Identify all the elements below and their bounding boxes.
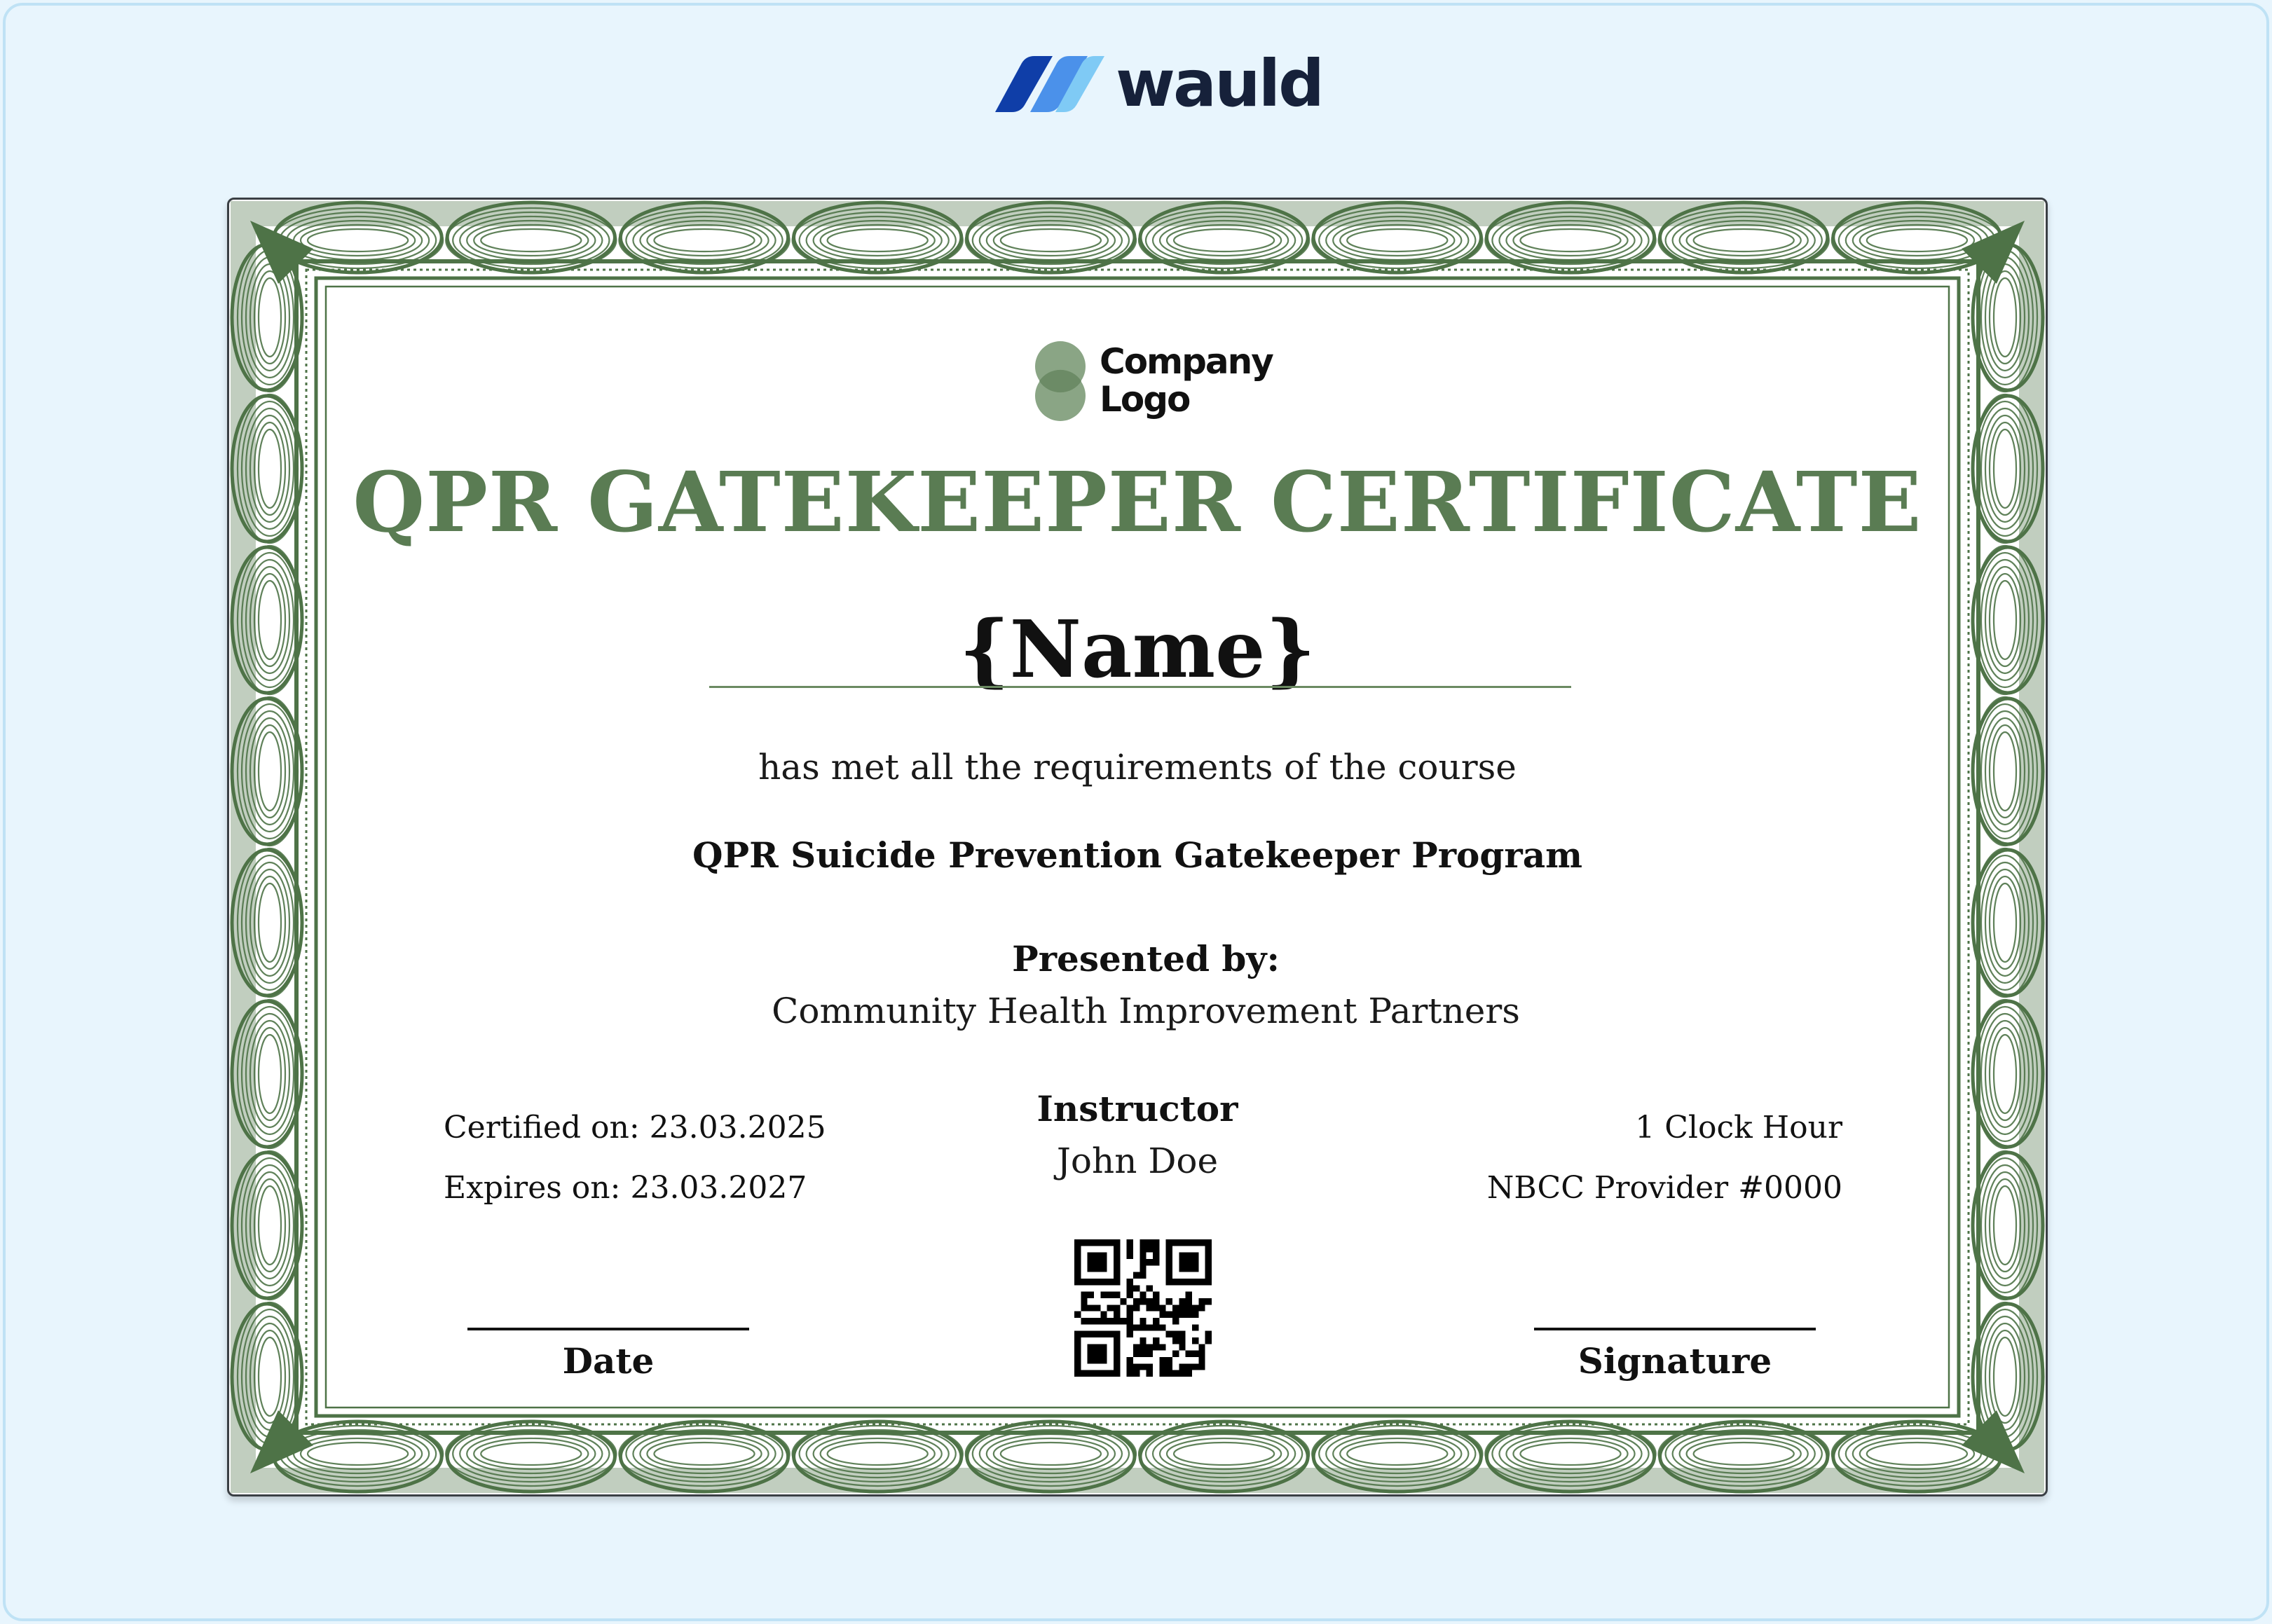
requirement-text: has met all the requirements of the cour… [758,747,1517,787]
date-line [467,1328,749,1330]
presenter-name: Community Health Improvement Partners [772,991,1520,1031]
certificate-title: QPR GATEKEEPER CERTIFICATE [353,453,1922,551]
recipient-name: {Name} [959,604,1316,696]
credit-info: 1 Clock Hour NBCC Provider #0000 [1487,1108,1842,1209]
course-name: QPR Suicide Prevention Gatekeeper Progra… [692,834,1583,876]
company-logo-icon [1035,341,1086,421]
signature-label: Signature [1578,1340,1772,1382]
company-logo-text: Company Logo [1100,341,1274,420]
presented-by-label: Presented by: [1012,938,1280,979]
provider-number: NBCC Provider #0000 [1486,1170,1842,1206]
wauld-logo-icon [995,56,1104,112]
qr-code-icon [1074,1239,1212,1377]
recipient-name-underline [709,686,1571,688]
wauld-wordmark: wauld [1116,46,1325,121]
certificate: Company Logo QPR GATEKEEPER CERTIFICATE … [227,198,2048,1496]
clock-hours: 1 Clock Hour [1635,1110,1842,1145]
date-label: Date [562,1340,655,1382]
company-logo: Company Logo [1035,340,1274,431]
signature-line [1534,1328,1816,1330]
wauld-brand: wauld [985,46,1325,132]
